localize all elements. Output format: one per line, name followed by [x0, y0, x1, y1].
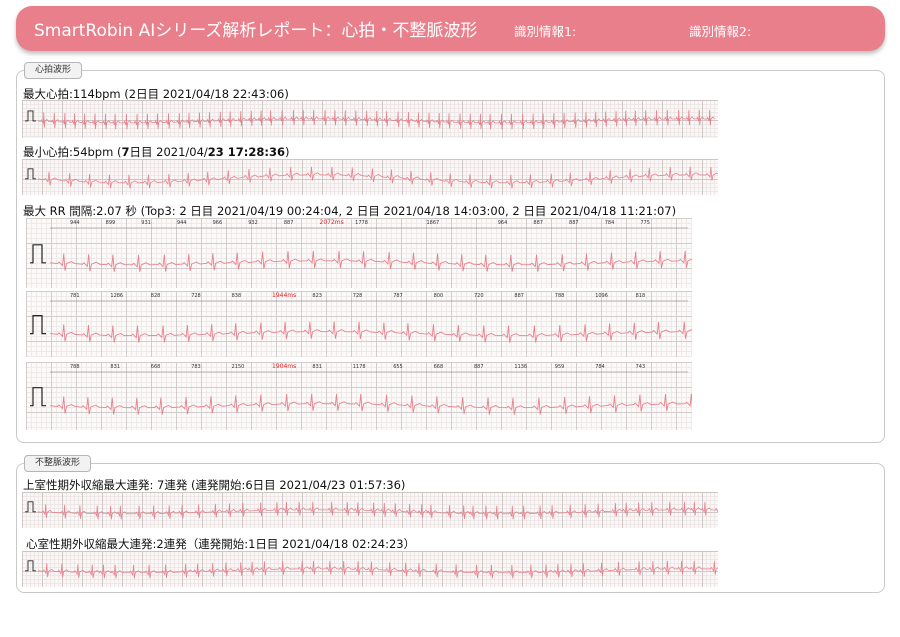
rr-interval-value: 887 [533, 220, 543, 226]
min-hr-prefix: 最小心拍:54bpm ( [23, 145, 122, 159]
rr-interval-value: 781 [70, 293, 80, 299]
ecg-trace [25, 501, 718, 520]
rr-interval-value: 720 [474, 293, 484, 299]
rr-interval-value: 2150 [231, 364, 245, 370]
rr-interval-value: 1778 [355, 220, 368, 226]
rr-interval-value: 1096 [595, 293, 608, 299]
rr-interval-value: 728 [352, 293, 363, 299]
ecg-trace [25, 560, 718, 579]
svpc-ecg-strip [22, 492, 718, 528]
rr-interval-value: 743 [635, 364, 646, 370]
arrhythmia-waveform-tab: 不整脈波形 [24, 455, 92, 472]
min-hr-date: 日目 2021/04/ [129, 145, 208, 159]
min-hr-ecg-strip [22, 159, 718, 195]
rr-interval-value: 800 [433, 293, 444, 299]
rr-interval-value: 728 [191, 293, 201, 299]
rr-interval-value: 899 [105, 220, 116, 226]
rr-interval-max: 2072ms [319, 219, 344, 226]
rr-interval-value: 1867 [426, 220, 440, 226]
vpc-ecg-strip [22, 551, 718, 587]
rr-interval-value: 838 [231, 293, 242, 299]
rr-interval-max: 1904ms [272, 363, 297, 370]
rr-interval-value: 1286 [110, 293, 124, 299]
rr-interval-value: 887 [514, 293, 524, 299]
rr-interval-value: 887 [474, 364, 484, 370]
rr-interval-value: 831 [312, 364, 322, 370]
rr-ecg-strip-3: 788 831 668 783 2150 1904ms 831 1178 655 668 887 11… [26, 362, 692, 430]
rr-ecg-strip-1: 944 899 931 944 966 932 887 2072ms 1778 1867 964 88… [26, 218, 692, 288]
rr-interval-value: 788 [554, 293, 565, 299]
rr-interval-value: 784 [604, 220, 615, 226]
rr-interval-value: 1136 [514, 364, 528, 370]
rr-interval-value: 784 [595, 364, 605, 370]
rr-interval-value: 828 [150, 293, 161, 299]
rr-interval-value: 959 [554, 364, 565, 370]
rr-interval-value: 787 [393, 293, 403, 299]
rr-interval-value: 831 [110, 364, 120, 370]
rr-interval-value: 944 [176, 220, 187, 226]
rr-interval-row: 944 899 931 944 966 932 887 2072ms 1778 1867 964 88… [26, 218, 692, 232]
svpc-label: 上室性期外収縮最大連発: 7連発 (連発開始:6日目 2021/04/23 01… [23, 478, 406, 492]
rr-interval-value: 932 [248, 220, 258, 226]
rr-interval-value: 823 [312, 293, 322, 299]
vpc-label: 心室性期外収縮最大連発:2連発（連発開始:1日目 2021/04/18 02:2… [26, 537, 416, 551]
rr-interval-row: 781 1286 828 728 838 1944ms 823 728 787 800 720 887… [26, 291, 692, 305]
rr-interval-value: 964 [497, 220, 508, 226]
min-hr-suffix: ) [285, 145, 290, 159]
rr-ecg-strip-2: 781 1286 828 728 838 1944ms 823 728 787 800 720 887… [26, 291, 692, 357]
rr-interval-value: 944 [70, 220, 80, 226]
heart-waveform-tab: 心拍波形 [24, 62, 83, 79]
max-hr-ecg-strip [22, 100, 718, 138]
rr-interval-value: 783 [191, 364, 201, 370]
ecg-trace [25, 166, 718, 189]
rr-interval-value: 887 [569, 220, 579, 226]
rr-interval-value: 655 [393, 364, 403, 370]
rr-interval-row: 788 831 668 783 2150 1904ms 831 1178 655 668 887 11… [26, 362, 692, 376]
min-hr-label: 最小心拍:54bpm (7日目 2021/04/23 17:28:36) [23, 144, 290, 160]
rr-interval-value: 668 [150, 364, 161, 370]
rr-interval-max: 1944ms [272, 292, 297, 299]
rr-interval-value: 668 [433, 364, 444, 370]
rr-interval-value: 788 [70, 364, 80, 370]
rr-interval-value: 887 [283, 220, 294, 226]
min-hr-time: 23 17:28:36 [207, 145, 285, 159]
rr-interval-value: 931 [141, 220, 151, 226]
ecg-trace [25, 109, 715, 130]
rr-interval-value: 775 [640, 220, 650, 226]
identifier-2-label: 識別情報2: [689, 24, 752, 39]
max-rr-label: 最大 RR 間隔:2.07 秒 (Top3: 2 日目 2021/04/19 0… [23, 204, 677, 218]
rr-interval-value: 1178 [352, 364, 366, 370]
rr-interval-value: 818 [635, 293, 646, 299]
identifier-1-label: 識別情報1: [514, 24, 577, 39]
rr-interval-value: 966 [212, 220, 223, 226]
report-title: SmartRobin AIシリーズ解析レポート：心拍・不整脈波形 [34, 21, 478, 41]
report-header: SmartRobin AIシリーズ解析レポート：心拍・不整脈波形 識別情報1: … [16, 6, 885, 51]
